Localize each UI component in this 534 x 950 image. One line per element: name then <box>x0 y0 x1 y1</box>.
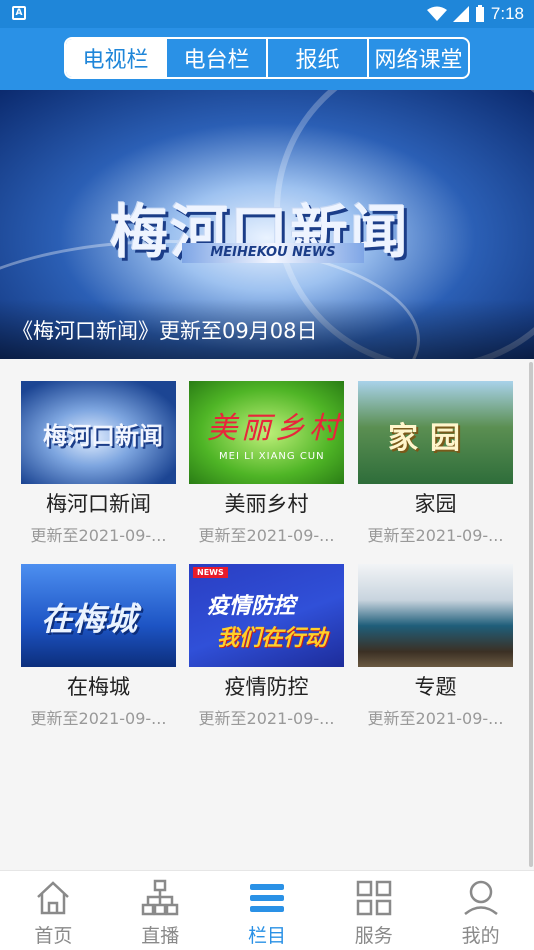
app-notification-icon: A <box>12 6 26 20</box>
tab-tv[interactable]: 电视栏 <box>66 39 167 77</box>
program-card[interactable]: 梅河口新闻 梅河口新闻 更新至2021-09-... <box>21 381 176 551</box>
status-icons: 7:18 <box>426 3 524 25</box>
tab-radio[interactable]: 电台栏 <box>167 39 268 77</box>
thumbnail-text: 家园 <box>388 421 472 456</box>
clock: 7:18 <box>490 4 524 23</box>
program-title: 美丽乡村 <box>224 492 309 516</box>
program-thumbnail: 在梅城 <box>21 564 176 667</box>
program-thumbnail: 梅河口新闻 <box>21 381 176 484</box>
grid-icon <box>356 880 392 916</box>
header-bar: 电视栏 电台栏 报纸 网络课堂 <box>0 28 534 90</box>
program-title: 在梅城 <box>67 675 130 699</box>
status-bar: A 7:18 <box>0 0 534 28</box>
nav-label: 我的 <box>461 925 500 947</box>
program-update: 更新至2021-09-... <box>198 709 335 728</box>
thumbnail-text: 在梅城 <box>41 600 138 638</box>
program-card[interactable]: NEWS 疫情防控 我们在行动 疫情防控 更新至2021-09-... <box>189 564 344 734</box>
category-tabs: 电视栏 电台栏 报纸 网络课堂 <box>64 37 470 79</box>
nav-profile[interactable]: 我的 <box>427 871 534 950</box>
banner-logo-subtitle: MEIHEKOU NEWS <box>182 243 364 263</box>
program-card[interactable]: 美丽乡村 MEI LI XIANG CUN 美丽乡村 更新至2021-09-... <box>189 381 344 551</box>
nav-live[interactable]: 直播 <box>107 871 214 950</box>
nav-label: 服务 <box>354 925 393 947</box>
signal-icon <box>452 6 469 22</box>
nav-label: 直播 <box>141 925 180 947</box>
program-card[interactable]: 家园 家园 更新至2021-09-... <box>358 381 513 551</box>
home-icon <box>37 881 70 915</box>
news-badge: NEWS <box>193 567 228 578</box>
program-thumbnail: 家园 <box>358 381 513 484</box>
tab-newspaper[interactable]: 报纸 <box>268 39 369 77</box>
program-update: 更新至2021-09-... <box>367 709 504 728</box>
user-icon <box>463 880 498 915</box>
program-card[interactable]: 专题 更新至2021-09-... <box>358 564 513 734</box>
nav-services[interactable]: 服务 <box>320 871 427 950</box>
program-thumbnail <box>358 564 513 667</box>
program-title: 专题 <box>414 675 457 699</box>
program-thumbnail: NEWS 疫情防控 我们在行动 <box>189 564 344 667</box>
program-update: 更新至2021-09-... <box>30 526 167 545</box>
program-title: 疫情防控 <box>224 675 309 699</box>
menu-icon <box>249 884 284 912</box>
banner-caption: 《梅河口新闻》更新至09月08日 <box>12 319 318 343</box>
nav-home[interactable]: 首页 <box>0 871 107 950</box>
thumbnail-text: 美丽乡村 <box>207 411 343 446</box>
program-card[interactable]: 在梅城 在梅城 更新至2021-09-... <box>21 564 176 734</box>
program-title: 家园 <box>414 492 457 516</box>
scrollbar[interactable] <box>529 362 533 867</box>
program-update: 更新至2021-09-... <box>198 526 335 545</box>
program-title: 梅河口新闻 <box>46 492 151 516</box>
thumbnail-text: 梅河口新闻 <box>43 421 163 450</box>
thumbnail-subtext: MEI LI XIANG CUN <box>219 451 325 462</box>
program-thumbnail: 美丽乡村 MEI LI XIANG CUN <box>189 381 344 484</box>
thumbnail-text: 疫情防控 <box>207 594 296 619</box>
thumbnail-subtext: 我们在行动 <box>217 626 328 651</box>
nav-label: 栏目 <box>247 925 286 947</box>
program-update: 更新至2021-09-... <box>367 526 504 545</box>
wifi-icon <box>426 6 447 21</box>
nav-columns[interactable]: 栏目 <box>214 871 321 950</box>
network-icon <box>141 879 179 916</box>
tab-online-class[interactable]: 网络课堂 <box>369 39 468 77</box>
bottom-nav: 首页 直播 栏目 服务 我的 <box>0 870 534 950</box>
battery-icon <box>475 5 484 22</box>
nav-label: 首页 <box>34 925 73 947</box>
program-update: 更新至2021-09-... <box>30 709 167 728</box>
featured-banner[interactable]: 梅河口新闻 MEIHEKOU NEWS 《梅河口新闻》更新至09月08日 <box>0 90 534 359</box>
